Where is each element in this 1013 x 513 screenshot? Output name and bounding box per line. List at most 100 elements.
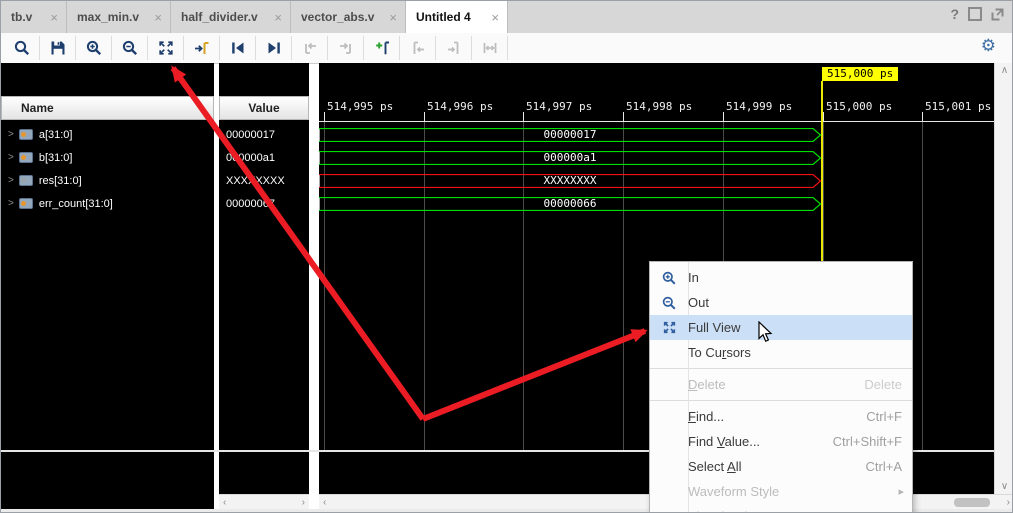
bus-value-label: 00000017 (319, 128, 821, 142)
bus-signal-icon (19, 198, 33, 209)
tab-tb-v[interactable]: tb.v × (1, 1, 67, 33)
value-cell[interactable]: XXXXXXXX (219, 169, 309, 192)
time-cursor-label[interactable]: 515,000 ps (822, 67, 898, 81)
go-to-end-icon (265, 39, 283, 57)
float-icon[interactable] (991, 8, 1004, 21)
scroll-right-icon[interactable]: › (302, 497, 305, 508)
scrollbar-thumb[interactable] (954, 498, 990, 507)
axis-tick-label: 514,996 ps (427, 100, 493, 113)
signal-row-a[interactable]: > a[31:0] (1, 123, 212, 146)
zoom-out-button[interactable] (112, 36, 148, 60)
next-marker-button[interactable] (436, 36, 472, 60)
find-button[interactable] (4, 36, 40, 60)
value-cell[interactable]: 00000017 (219, 123, 309, 146)
zoom-out-icon (121, 39, 139, 57)
bus-value-label: 000000a1 (319, 151, 821, 165)
submenu-arrow-icon: ▸ (898, 485, 904, 498)
tab-bar: tb.v × max_min.v × half_divider.v × vect… (1, 1, 1012, 34)
search-icon (13, 39, 31, 57)
signal-row-err-count[interactable]: > err_count[31:0] (1, 192, 212, 215)
scroll-right-icon[interactable]: › (1007, 497, 1010, 508)
menu-item-find[interactable]: Find... Ctrl+F (650, 404, 912, 429)
expand-chevron-icon[interactable]: > (8, 129, 14, 140)
menu-item-zoom-in[interactable]: In (650, 265, 912, 290)
next-transition-button[interactable] (328, 36, 364, 60)
name-column-header: Name (1, 96, 214, 120)
zoom-to-cursor-button[interactable] (184, 36, 220, 60)
signal-row-b[interactable]: > b[31:0] (1, 146, 212, 169)
value-cell[interactable]: 000000a1 (219, 146, 309, 169)
menu-item-waveform-style: Waveform Style ▸ (650, 479, 912, 504)
tab-label: half_divider.v (181, 10, 258, 24)
axis-tick-label: 515,001 ps (925, 100, 991, 113)
menu-item-delete: Delete Delete (650, 372, 912, 397)
next-marker-icon (445, 39, 463, 57)
menu-item-select-all[interactable]: Select All Ctrl+A (650, 454, 912, 479)
scroll-down-icon[interactable]: ∨ (1001, 481, 1008, 492)
expand-chevron-icon[interactable]: > (8, 198, 14, 209)
scroll-left-icon[interactable]: ‹ (323, 497, 326, 508)
zoom-in-icon (661, 270, 677, 286)
swap-cursors-button[interactable] (472, 36, 508, 60)
menu-item-full-view[interactable]: Full View (650, 315, 912, 340)
axis-tick-label: 514,997 ps (526, 100, 592, 113)
scroll-up-icon[interactable]: ∧ (1001, 65, 1008, 76)
tab-label: tb.v (11, 10, 32, 24)
window-controls: ? (950, 6, 1004, 22)
waveform-context-menu: In Out Full View To Cursors (649, 261, 913, 513)
zoom-to-cursor-icon (193, 39, 211, 57)
menu-separator (650, 368, 912, 369)
tab-label: Untitled 4 (416, 10, 471, 24)
vertical-scrollbar[interactable]: ∧ ∨ (994, 63, 1013, 494)
zoom-in-icon (85, 39, 103, 57)
menu-item-find-value[interactable]: Find Value... Ctrl+Shift+F (650, 429, 912, 454)
expand-chevron-icon[interactable]: > (8, 152, 14, 163)
bus-signal-icon (19, 152, 33, 163)
scroll-left-icon[interactable]: ‹ (223, 497, 226, 508)
close-icon[interactable]: × (389, 10, 397, 25)
axis-separator (319, 121, 994, 122)
zoom-fit-button[interactable] (148, 36, 184, 60)
value-cell[interactable]: 00000067 (219, 192, 309, 215)
tab-untitled-4[interactable]: Untitled 4 × (406, 1, 508, 33)
save-button[interactable] (40, 36, 76, 60)
add-marker-button[interactable] (364, 36, 400, 60)
bus-value-label: XXXXXXXX (319, 174, 821, 188)
signal-name: res[31:0] (39, 175, 82, 187)
menu-item-signal-color: Signal Color ▸ (650, 504, 912, 513)
previous-transition-icon (301, 39, 319, 57)
zoom-in-button[interactable] (76, 36, 112, 60)
help-icon[interactable]: ? (950, 6, 959, 22)
bus-value-label: 00000066 (319, 197, 821, 211)
zoom-fit-icon (662, 320, 677, 335)
previous-marker-button[interactable] (400, 36, 436, 60)
value-horizontal-scrollbar[interactable]: ‹ › (219, 494, 309, 509)
axis-tick-label: 515,000 ps (826, 100, 892, 113)
tab-vector-abs-v[interactable]: vector_abs.v × (291, 1, 406, 33)
close-icon[interactable]: × (491, 10, 499, 25)
value-column-header: Value (219, 96, 309, 120)
axis-tick-label: 514,998 ps (626, 100, 692, 113)
menu-item-zoom-out[interactable]: Out (650, 290, 912, 315)
zoom-out-icon (661, 295, 677, 311)
go-to-time-0-button[interactable] (220, 36, 256, 60)
tab-label: vector_abs.v (301, 10, 374, 24)
signal-row-res[interactable]: > res[31:0] (1, 169, 212, 192)
axis-tick-label: 514,995 ps (327, 100, 393, 113)
expand-chevron-icon[interactable]: > (8, 175, 14, 186)
close-icon[interactable]: × (274, 10, 282, 25)
close-icon[interactable]: × (154, 10, 162, 25)
signal-name: a[31:0] (39, 129, 73, 141)
maximize-icon[interactable] (968, 7, 982, 21)
waveform-window: tb.v × max_min.v × half_divider.v × vect… (0, 0, 1013, 513)
go-to-last-time-button[interactable] (256, 36, 292, 60)
bus-signal-icon (19, 175, 33, 186)
tab-max-min-v[interactable]: max_min.v × (67, 1, 171, 33)
zoom-fit-icon (157, 39, 175, 57)
settings-gear-icon[interactable]: ⚙ (981, 36, 996, 56)
tab-label: max_min.v (77, 10, 139, 24)
menu-item-to-cursors[interactable]: To Cursors (650, 340, 912, 365)
previous-transition-button[interactable] (292, 36, 328, 60)
tab-half-divider-v[interactable]: half_divider.v × (171, 1, 291, 33)
close-icon[interactable]: × (50, 10, 58, 25)
